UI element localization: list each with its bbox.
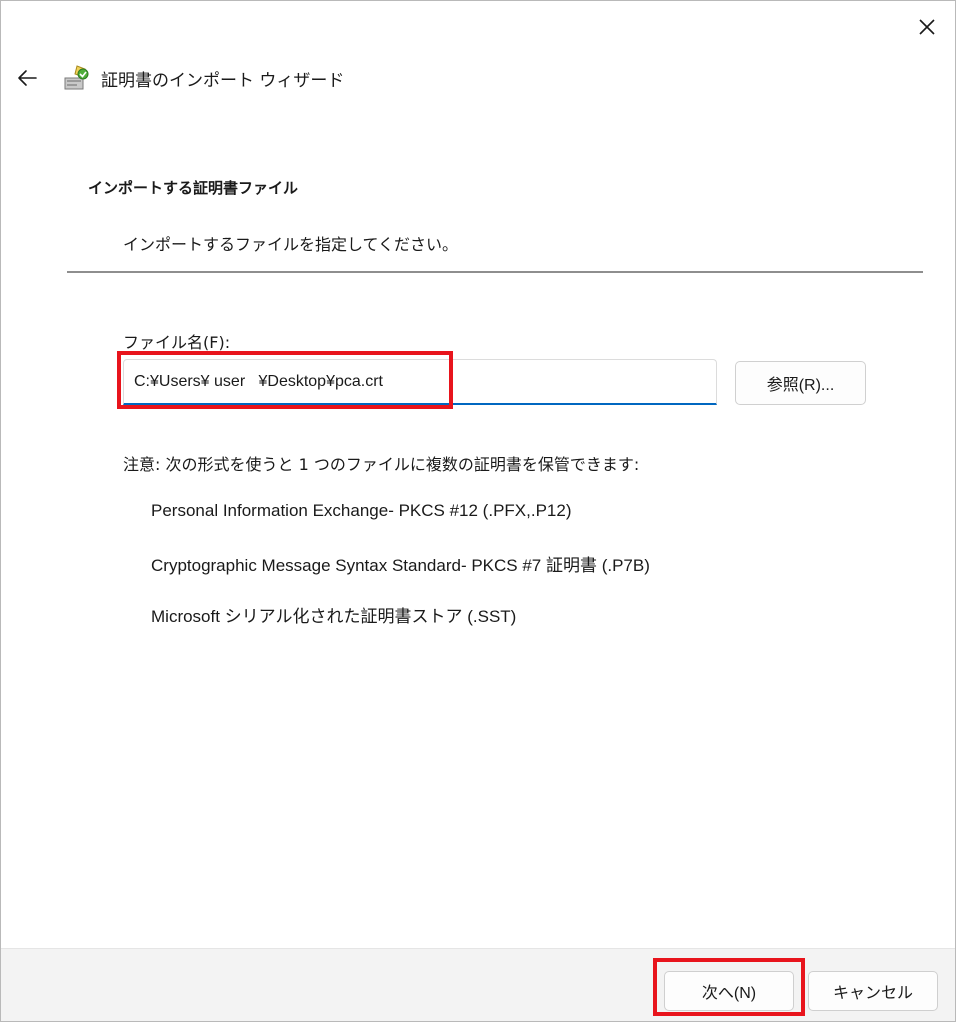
header-divider [67, 271, 923, 273]
section-subheading: インポートするファイルを指定してください。 [123, 235, 459, 254]
next-button[interactable]: 次へ(N) [664, 971, 794, 1011]
close-icon [919, 19, 935, 35]
format-item-pfx: Personal Information Exchange- PKCS #12 … [151, 501, 572, 520]
window-title: 証明書のインポート ウィザード [101, 70, 345, 91]
file-name-input[interactable]: C:¥Users¥ user ¥Desktop¥pca.crt [123, 359, 717, 405]
browse-button[interactable]: 参照(R)... [735, 361, 866, 405]
format-item-sst: Microsoft シリアル化された証明書ストア (.SST) [151, 607, 517, 626]
back-button[interactable] [9, 61, 45, 95]
cancel-button[interactable]: キャンセル [808, 971, 938, 1011]
format-item-p7b: Cryptographic Message Syntax Standard- P… [151, 556, 650, 575]
section-heading: インポートする証明書ファイル [88, 179, 299, 197]
certificate-import-wizard-window: 証明書のインポート ウィザード インポートする証明書ファイル インポートするファ… [0, 0, 956, 1022]
format-note: 注意: 次の形式を使うと 1 つのファイルに複数の証明書を保管できます: [123, 455, 640, 474]
file-name-label: ファイル名(F): [123, 333, 231, 352]
close-button[interactable] [907, 9, 947, 45]
title-bar: 証明書のインポート ウィザード [63, 63, 344, 93]
back-arrow-icon [18, 70, 37, 86]
certificate-wizard-icon [64, 65, 89, 90]
